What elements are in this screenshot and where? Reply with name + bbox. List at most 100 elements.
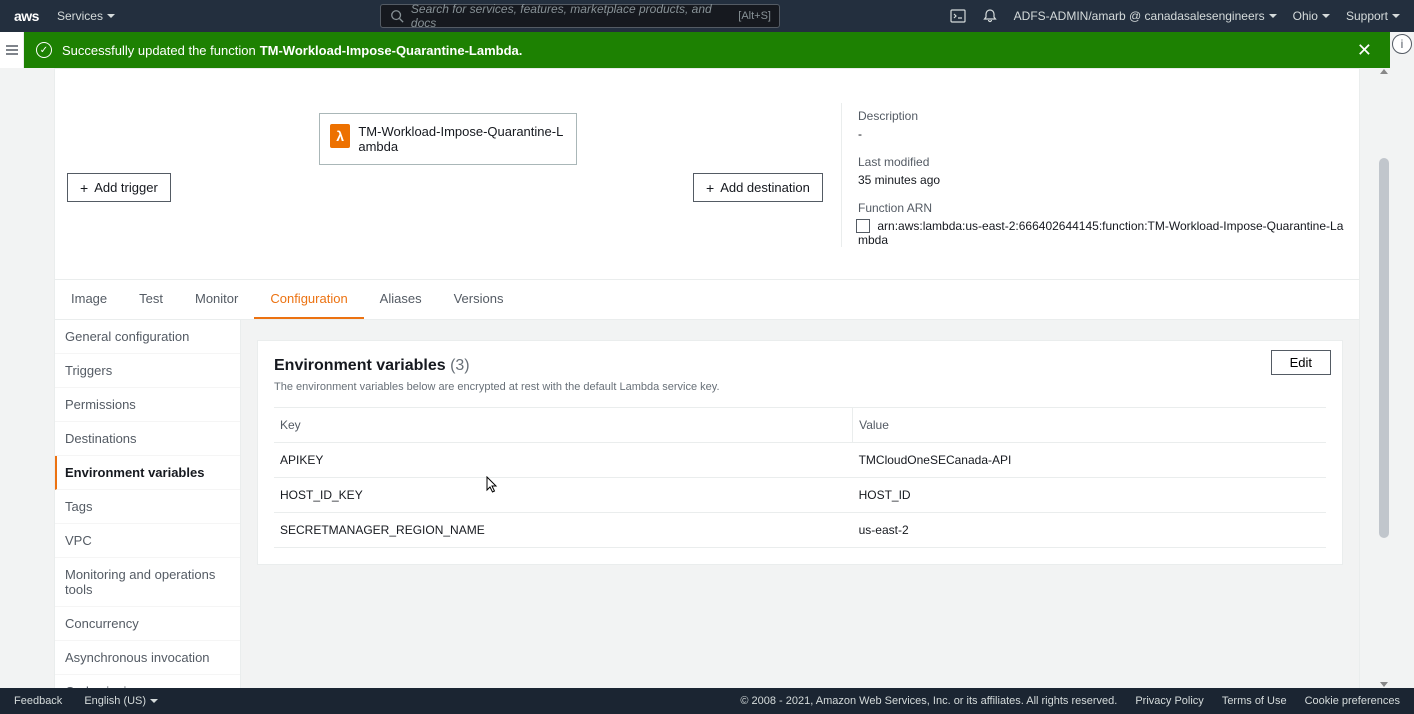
configuration-sidebar: General configurationTriggersPermissions… [55, 320, 241, 688]
sidebar-item-tags[interactable]: Tags [55, 490, 240, 524]
description-label: Description [858, 109, 1347, 123]
support-label: Support [1346, 9, 1388, 23]
scroll-down-icon[interactable] [1380, 682, 1388, 687]
sidebar-item-general-configuration[interactable]: General configuration [55, 320, 240, 354]
caret-down-icon [1269, 14, 1277, 18]
banner-close-button[interactable]: ✕ [1351, 40, 1378, 61]
scrollbar-track[interactable] [1378, 68, 1390, 688]
search-placeholder: Search for services, features, marketpla… [411, 2, 738, 30]
search-icon [389, 8, 405, 24]
env-value: TMCloudOneSECanada-API [853, 443, 1326, 478]
description-value: - [858, 127, 1347, 141]
privacy-link[interactable]: Privacy Policy [1135, 695, 1203, 707]
plus-icon: + [80, 181, 88, 195]
arn-text: arn:aws:lambda:us-east-2:666402644145:fu… [858, 219, 1343, 247]
env-value: us-east-2 [853, 513, 1326, 548]
env-title-text: Environment variables [274, 357, 446, 374]
col-header-value: Value [853, 408, 1326, 443]
env-key: HOST_ID_KEY [274, 478, 853, 513]
tab-configuration[interactable]: Configuration [254, 280, 363, 319]
region-menu[interactable]: Ohio [1293, 9, 1330, 23]
scrollbar-thumb[interactable] [1379, 158, 1389, 538]
terms-link[interactable]: Terms of Use [1222, 695, 1287, 707]
language-selector[interactable]: English (US) [84, 695, 158, 707]
aws-logo[interactable]: aws [14, 8, 39, 24]
sidebar-item-permissions[interactable]: Permissions [55, 388, 240, 422]
success-banner: ✓ Successfully updated the function TM-W… [24, 32, 1390, 68]
scroll-up-icon[interactable] [1380, 69, 1388, 74]
configuration-body: General configurationTriggersPermissions… [54, 320, 1360, 688]
main-area: λ TM-Workload-Impose-Quarantine-Lambda +… [24, 68, 1390, 688]
cookie-link[interactable]: Cookie preferences [1305, 695, 1400, 707]
sidebar-item-concurrency[interactable]: Concurrency [55, 607, 240, 641]
env-key: SECRETMANAGER_REGION_NAME [274, 513, 853, 548]
services-label: Services [57, 9, 103, 23]
table-row: SECRETMANAGER_REGION_NAMEus-east-2 [274, 513, 1326, 548]
cloudshell-icon[interactable] [950, 8, 966, 24]
search-shortcut: [Alt+S] [738, 10, 771, 22]
env-value: HOST_ID [853, 478, 1326, 513]
search-wrap: Search for services, features, marketpla… [380, 4, 780, 28]
tab-image[interactable]: Image [55, 280, 123, 319]
sidebar-item-monitoring-and-operations-tools[interactable]: Monitoring and operations tools [55, 558, 240, 607]
arn-label: Function ARN [858, 201, 1347, 215]
nav-drawer-toggle[interactable] [0, 32, 24, 68]
table-row: HOST_ID_KEYHOST_ID [274, 478, 1326, 513]
env-key: APIKEY [274, 443, 853, 478]
caret-down-icon [1322, 14, 1330, 18]
function-overview-panel: λ TM-Workload-Impose-Quarantine-Lambda +… [54, 68, 1360, 280]
search-input[interactable]: Search for services, features, marketpla… [380, 4, 780, 28]
tab-test[interactable]: Test [123, 280, 179, 319]
sidebar-item-vpc[interactable]: VPC [55, 524, 240, 558]
env-description: The environment variables below are encr… [274, 381, 1326, 393]
col-header-key: Key [274, 408, 853, 443]
env-count: (3) [450, 357, 470, 374]
caret-down-icon [107, 14, 115, 18]
edit-env-button[interactable]: Edit [1271, 350, 1331, 375]
function-name-label: TM-Workload-Impose-Quarantine-Lambda [358, 124, 566, 154]
account-menu[interactable]: ADFS-ADMIN/amarb @ canadasalesengineers [1014, 9, 1277, 23]
top-header: aws Services Search for services, featur… [0, 0, 1414, 32]
footer: Feedback English (US) © 2008 - 2021, Ama… [0, 688, 1414, 714]
feedback-link[interactable]: Feedback [14, 695, 62, 707]
banner-text-prefix: Successfully updated the function [62, 43, 256, 58]
configuration-content: Environment variables (3) Edit The envir… [241, 320, 1359, 688]
sidebar-item-environment-variables[interactable]: Environment variables [55, 456, 240, 490]
account-label: ADFS-ADMIN/amarb @ canadasalesengineers [1014, 9, 1265, 23]
plus-icon: + [706, 181, 714, 195]
add-destination-label: Add destination [720, 180, 810, 195]
tab-aliases[interactable]: Aliases [364, 280, 438, 319]
header-right: ADFS-ADMIN/amarb @ canadasalesengineers … [950, 8, 1400, 24]
lambda-icon: λ [330, 124, 350, 148]
language-label: English (US) [84, 695, 146, 707]
sidebar-item-code-signing[interactable]: Code signing [55, 675, 240, 688]
info-icon[interactable]: i [1392, 34, 1412, 54]
arn-value: arn:aws:lambda:us-east-2:666402644145:fu… [858, 219, 1347, 247]
caret-down-icon [1392, 14, 1400, 18]
tab-versions[interactable]: Versions [438, 280, 520, 319]
sidebar-item-asynchronous-invocation[interactable]: Asynchronous invocation [55, 641, 240, 675]
caret-down-icon [150, 699, 158, 703]
tab-monitor[interactable]: Monitor [179, 280, 254, 319]
notifications-icon[interactable] [982, 8, 998, 24]
env-vars-panel: Environment variables (3) Edit The envir… [257, 340, 1343, 565]
add-destination-button[interactable]: + Add destination [693, 173, 823, 202]
function-metadata: Description - Last modified 35 minutes a… [841, 103, 1347, 247]
function-node[interactable]: λ TM-Workload-Impose-Quarantine-Lambda [319, 113, 577, 165]
env-vars-title: Environment variables (3) [274, 357, 470, 374]
add-trigger-label: Add trigger [94, 180, 158, 195]
copyright-text: © 2008 - 2021, Amazon Web Services, Inc.… [740, 695, 1117, 707]
tabs-row: ImageTestMonitorConfigurationAliasesVers… [54, 280, 1360, 320]
banner-function-name: TM-Workload-Impose-Quarantine-Lambda. [260, 43, 523, 58]
sidebar-item-destinations[interactable]: Destinations [55, 422, 240, 456]
last-modified-value: 35 minutes ago [858, 173, 1347, 187]
services-menu[interactable]: Services [57, 9, 115, 23]
table-row: APIKEYTMCloudOneSECanada-API [274, 443, 1326, 478]
copy-icon[interactable] [858, 221, 870, 233]
support-menu[interactable]: Support [1346, 9, 1400, 23]
last-modified-label: Last modified [858, 155, 1347, 169]
sidebar-item-triggers[interactable]: Triggers [55, 354, 240, 388]
region-label: Ohio [1293, 9, 1318, 23]
add-trigger-button[interactable]: + Add trigger [67, 173, 171, 202]
env-vars-table: Key Value APIKEYTMCloudOneSECanada-APIHO… [274, 407, 1326, 548]
